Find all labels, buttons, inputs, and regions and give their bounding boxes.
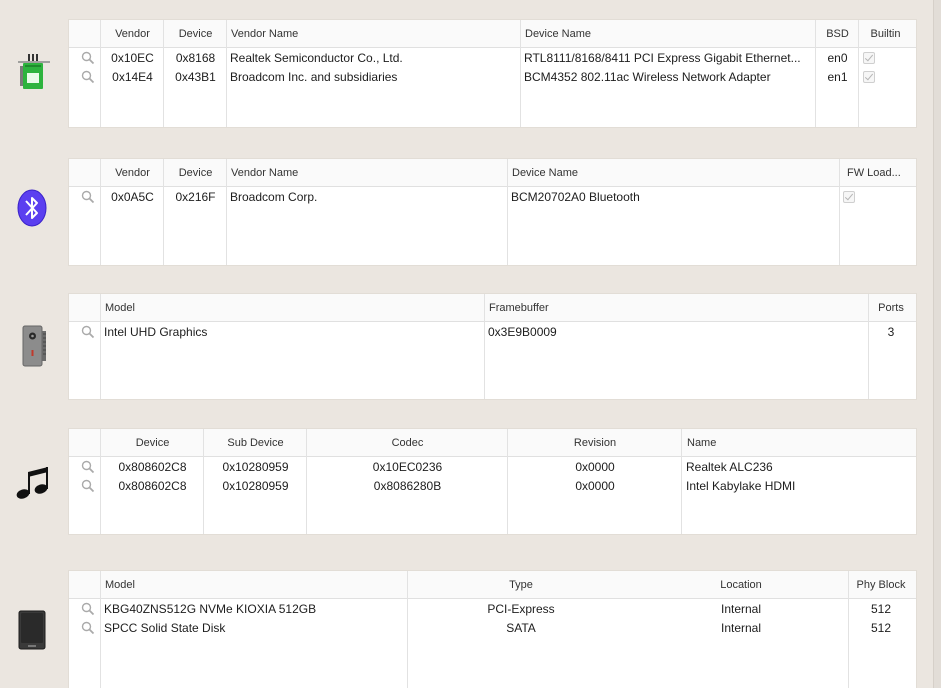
magnifier-icon[interactable]	[81, 479, 95, 493]
audio-row-2-device: 0x808602C8	[118, 479, 187, 493]
col-header-ports[interactable]: Ports	[869, 294, 913, 321]
network-row-2-builtin-checkbox[interactable]	[863, 71, 875, 83]
storage-row-2-location: Internal	[720, 621, 762, 635]
col-header-vendor[interactable]: Vendor	[101, 159, 164, 186]
network-row-2-bsd: en1	[827, 70, 848, 84]
audio-row-1-sub-device: 0x10280959	[222, 460, 289, 474]
storage-row-2-phy-block: 512	[870, 621, 892, 635]
storage-row-1-phy-block: 512	[870, 602, 892, 616]
audio-table-header: Device Sub Device Codec Revision Name	[69, 429, 916, 457]
col-header-vendor[interactable]: Vendor	[101, 20, 164, 47]
col-header-bsd[interactable]: BSD	[816, 20, 859, 47]
col-header-fw-load[interactable]: FW Load...	[843, 159, 913, 186]
network-row-2-vendor: 0x14E4	[112, 70, 153, 84]
audio-row-2-revision: 0x0000	[575, 479, 615, 493]
col-header-name[interactable]: Name	[683, 429, 913, 456]
graphics-card-icon	[22, 325, 48, 367]
audio-row-1-revision: 0x0000	[575, 460, 615, 474]
network-row-1-device: 0x8168	[175, 51, 216, 65]
col-header-builtin[interactable]: Builtin	[859, 20, 912, 47]
graphics-panel: Model Framebuffer Ports Intel UHD Graphi…	[68, 293, 917, 400]
network-row-2-device-name: BCM4352 802.11ac Wireless Network Adapte…	[524, 70, 771, 84]
col-header-device[interactable]: Device	[101, 429, 204, 456]
col-header-vendor-name[interactable]: Vendor Name	[227, 20, 521, 47]
bluetooth-row-1-device-name: BCM20702A0 Bluetooth	[511, 190, 640, 204]
magnifier-icon[interactable]	[81, 190, 95, 204]
network-card-icon	[16, 53, 52, 93]
network-row-1-bsd: en0	[827, 51, 848, 65]
bluetooth-row-1-vendor: 0x0A5C	[111, 190, 154, 204]
network-row-1-builtin-checkbox[interactable]	[863, 52, 875, 64]
graphics-row-1-model: Intel UHD Graphics	[104, 325, 208, 339]
network-row-2-device: 0x43B1	[175, 70, 216, 84]
audio-row-2-sub-device: 0x10280959	[222, 479, 289, 493]
col-header-framebuffer[interactable]: Framebuffer	[485, 294, 869, 321]
col-header-codec[interactable]: Codec	[307, 429, 508, 456]
disk-drive-icon	[18, 610, 46, 650]
col-header-location[interactable]: Location	[634, 571, 848, 598]
graphics-row-1-framebuffer: 0x3E9B0009	[488, 325, 557, 339]
col-header-sub-device[interactable]: Sub Device	[204, 429, 307, 456]
audio-row-2-name: Intel Kabylake HDMI	[686, 479, 796, 493]
bluetooth-panel: Vendor Device Vendor Name Device Name FW…	[68, 158, 917, 266]
music-note-icon	[15, 464, 51, 502]
magnifier-icon[interactable]	[81, 51, 95, 65]
bluetooth-icon	[16, 188, 48, 228]
bluetooth-table-header: Vendor Device Vendor Name Device Name FW…	[69, 159, 916, 187]
window-scrollbar[interactable]	[933, 0, 941, 688]
audio-row-2-codec: 0x8086280B	[373, 479, 442, 493]
magnifier-icon[interactable]	[81, 602, 95, 616]
network-panel: Vendor Device Vendor Name Device Name BS…	[68, 19, 917, 128]
audio-row-1-name: Realtek ALC236	[686, 460, 773, 474]
col-header-device-name[interactable]: Device Name	[521, 20, 816, 47]
network-row-1-device-name: RTL8111/8168/8411 PCI Express Gigabit Et…	[524, 51, 801, 65]
col-header-model[interactable]: Model	[101, 294, 485, 321]
bluetooth-row-1-vendor-name: Broadcom Corp.	[230, 190, 318, 204]
bluetooth-row-1-fw-load-checkbox[interactable]	[843, 191, 855, 203]
col-header-type[interactable]: Type	[408, 571, 634, 598]
col-header-device-name[interactable]: Device Name	[508, 159, 840, 186]
col-header-vendor-name[interactable]: Vendor Name	[227, 159, 508, 186]
storage-row-1-type: PCI-Express	[487, 602, 555, 616]
audio-panel: Device Sub Device Codec Revision Name 0x…	[68, 428, 917, 535]
magnifier-icon[interactable]	[81, 325, 95, 339]
col-header-model[interactable]: Model	[101, 571, 408, 598]
audio-row-1-codec: 0x10EC0236	[372, 460, 443, 474]
bluetooth-row-1-device: 0x216F	[175, 190, 216, 204]
storage-row-2-type: SATA	[506, 621, 536, 635]
network-row-1-vendor: 0x10EC	[111, 51, 154, 65]
magnifier-icon[interactable]	[81, 70, 95, 84]
col-header-device[interactable]: Device	[164, 159, 227, 186]
network-row-1-vendor-name: Realtek Semiconductor Co., Ltd.	[230, 51, 403, 65]
network-table-header: Vendor Device Vendor Name Device Name BS…	[69, 20, 916, 48]
col-header-revision[interactable]: Revision	[508, 429, 682, 456]
storage-row-1-model: KBG40ZNS512G NVMe KIOXIA 512GB	[104, 602, 317, 616]
graphics-table-header: Model Framebuffer Ports	[69, 294, 916, 322]
storage-panel: Model Type Location Phy Block KBG40ZNS51…	[68, 570, 917, 688]
storage-table-header: Model Type Location Phy Block	[69, 571, 916, 599]
magnifier-icon[interactable]	[81, 460, 95, 474]
audio-row-1-device: 0x808602C8	[118, 460, 187, 474]
magnifier-icon[interactable]	[81, 621, 95, 635]
network-row-2-vendor-name: Broadcom Inc. and subsidiaries	[230, 70, 398, 84]
storage-row-2-model: SPCC Solid State Disk	[104, 621, 226, 635]
col-header-device[interactable]: Device	[164, 20, 227, 47]
graphics-row-1-ports: 3	[887, 325, 895, 339]
storage-row-1-location: Internal	[720, 602, 762, 616]
col-header-phy-block[interactable]: Phy Block	[848, 571, 914, 598]
